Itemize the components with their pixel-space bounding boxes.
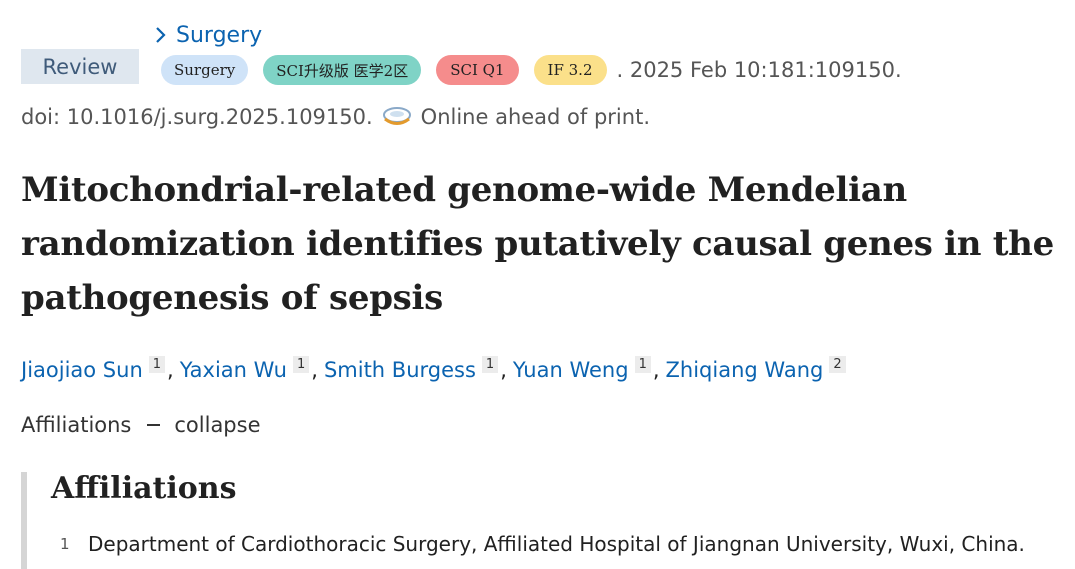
affiliations-heading: Affiliations (51, 471, 237, 506)
author: Smith Burgess 1 (324, 356, 499, 382)
affiliations-label: Affiliations (21, 413, 132, 437)
affiliation-ref[interactable]: 1 (148, 356, 166, 373)
author-separator: , (500, 358, 507, 382)
collapse-label: collapse (174, 413, 261, 437)
article-title: Mitochondrial-related genome-wide Mendel… (21, 170, 1054, 318)
affiliation-item: 1 Department of Cardiothoracic Surgery, … (60, 529, 1025, 559)
affiliations-toggle-row: Affiliations collapse (21, 409, 261, 441)
author-list: Jiaojiao Sun 1, Yaxian Wu 1, Smith Burgess… (21, 352, 846, 388)
journal-badge[interactable]: Surgery (161, 55, 249, 85)
full-text-link-icon[interactable] (381, 106, 413, 128)
author-separator: , (311, 358, 318, 382)
citation-text: . 2025 Feb 10:181:109150. (616, 58, 902, 82)
collapse-button[interactable]: collapse (147, 413, 261, 437)
journal-link[interactable]: Surgery (155, 20, 262, 50)
publication-status: Online ahead of print. (420, 105, 650, 129)
affiliation-ref[interactable]: 1 (292, 356, 310, 373)
affiliation-ref[interactable]: 2 (829, 356, 846, 373)
doi-row: doi: 10.1016/j.surg.2025.109150. Online … (21, 101, 650, 133)
affiliation-ref[interactable]: 1 (481, 356, 499, 373)
author-separator: , (167, 358, 174, 382)
affiliation-text: Department of Cardiothoracic Surgery, Af… (88, 532, 1025, 556)
minus-icon (147, 424, 161, 426)
author-name[interactable]: Jiaojiao Sun (21, 358, 143, 382)
author: Yuan Weng 1 (513, 356, 651, 382)
article-type-badge: Review (21, 49, 139, 84)
author-separator: , (652, 358, 660, 382)
author: Yaxian Wu 1 (180, 356, 310, 382)
journal-link-label: Surgery (176, 22, 263, 48)
chevron-right-icon (156, 27, 166, 43)
impact-factor-badge[interactable]: IF 3.2 (533, 55, 607, 85)
citation-row: Surgery SCI升级版 医学2区 SCI Q1 IF 3.2 . 2025… (161, 55, 902, 85)
author-name[interactable]: Yaxian Wu (180, 358, 287, 382)
sci-rank-badge[interactable]: SCI升级版 医学2区 (263, 55, 422, 85)
author: Jiaojiao Sun 1 (21, 356, 166, 382)
author-name[interactable]: Zhiqiang Wang (666, 358, 824, 382)
sci-quartile-badge[interactable]: SCI Q1 (436, 55, 519, 85)
author-name[interactable]: Smith Burgess (324, 358, 476, 382)
affiliation-ref[interactable]: 1 (634, 356, 651, 373)
author: Zhiqiang Wang 2 (666, 356, 846, 382)
affiliation-number: 1 (60, 535, 70, 553)
author-name[interactable]: Yuan Weng (513, 358, 629, 382)
doi-text: doi: 10.1016/j.surg.2025.109150. (21, 105, 373, 129)
